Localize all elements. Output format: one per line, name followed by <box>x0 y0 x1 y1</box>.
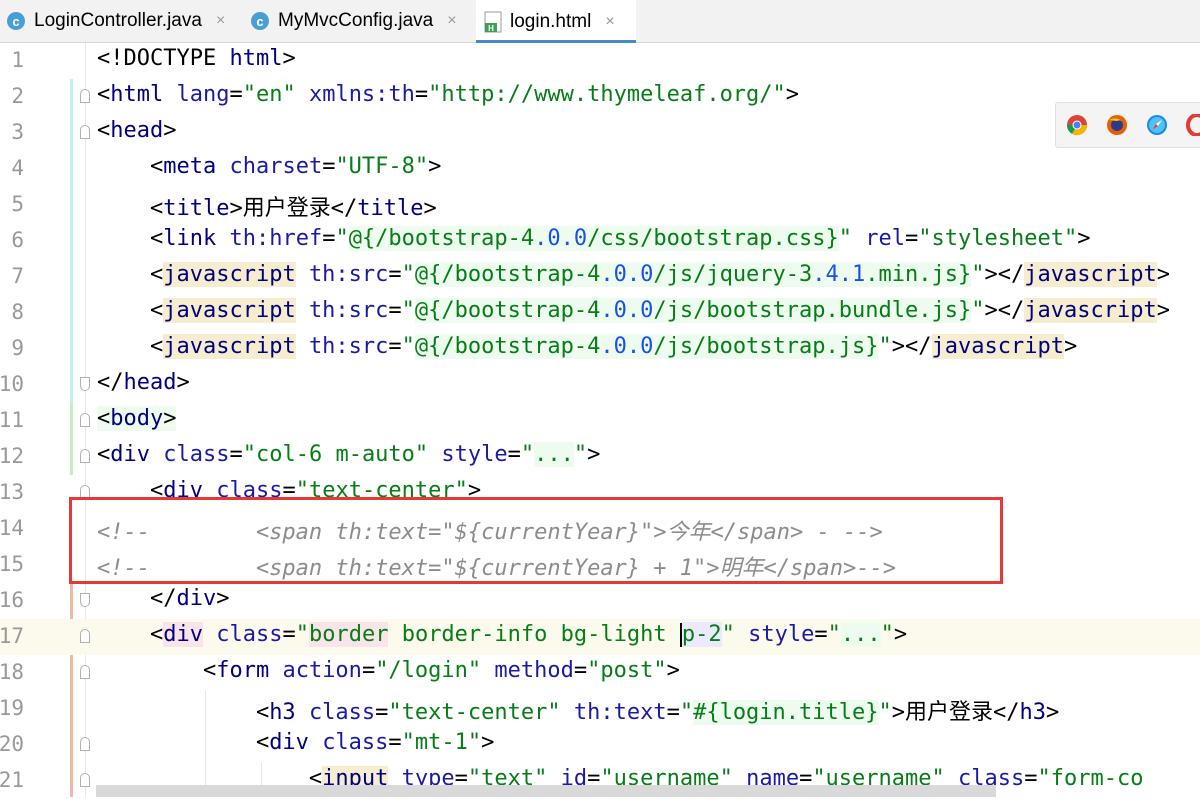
code-line: 5 <title>用户登录</title> <box>0 187 1200 223</box>
code-text: <javascript th:src="@{/bootstrap-4.0.0/j… <box>97 298 1170 323</box>
code-text: <form action="/login" method="post"> <box>97 658 680 683</box>
fold-icon[interactable] <box>80 449 90 463</box>
line-number: 2 <box>11 84 24 108</box>
fold-icon[interactable] <box>80 593 90 607</box>
code-text: <div class="mt-1"> <box>97 730 495 755</box>
line-number: 13 <box>0 480 24 504</box>
fold-icon[interactable] <box>80 629 90 643</box>
fold-icon[interactable] <box>80 125 90 139</box>
safari-icon[interactable] <box>1146 114 1168 136</box>
code-text: <div class="col-6 m-auto" style="..."> <box>97 442 601 467</box>
code-text: <head> <box>97 118 177 143</box>
fold-icon[interactable] <box>80 89 90 103</box>
fold-icon[interactable] <box>80 377 90 391</box>
line-number: 11 <box>0 408 24 432</box>
code-text: <!DOCTYPE html> <box>97 46 296 71</box>
code-line: 8 <javascript th:src="@{/bootstrap-4.0.0… <box>0 295 1200 331</box>
line-number: 8 <box>11 300 24 324</box>
code-line: 1 <!DOCTYPE html> <box>0 43 1200 79</box>
java-class-icon: c <box>250 11 270 31</box>
code-text: <link th:href="@{/bootstrap-4.0.0/css/bo… <box>97 226 1091 251</box>
line-number: 3 <box>11 120 24 144</box>
code-editor[interactable]: 1 <!DOCTYPE html> 2 <html lang="en" xmln… <box>0 43 1200 797</box>
code-line: 7 <javascript th:src="@{/bootstrap-4.0.0… <box>0 259 1200 295</box>
line-number: 15 <box>0 552 24 576</box>
html-file-icon: H <box>484 11 502 33</box>
code-line: 11 <body> <box>0 403 1200 439</box>
code-text: <body> <box>97 406 177 431</box>
code-line: 20 <div class="mt-1"> <box>0 727 1200 763</box>
svg-text:c: c <box>12 14 19 29</box>
line-number: 19 <box>0 696 24 720</box>
editor-tab-bar: c LoginController.java × c MyMvcConfig.j… <box>0 0 1200 43</box>
close-icon[interactable]: × <box>447 12 456 30</box>
fold-icon[interactable] <box>80 737 90 751</box>
line-number: 1 <box>11 48 24 72</box>
line-number: 18 <box>0 660 24 684</box>
code-text: </div> <box>97 586 230 611</box>
fold-icon[interactable] <box>80 665 90 679</box>
code-text: <html lang="en" xmlns:th="http://www.thy… <box>97 82 800 107</box>
line-number: 4 <box>11 156 24 180</box>
tab-label: login.html <box>510 10 592 32</box>
opera-icon[interactable] <box>1186 113 1200 137</box>
code-line-current: 17 <div class="border border-info bg-lig… <box>0 619 1200 655</box>
line-number: 6 <box>11 228 24 252</box>
chrome-icon[interactable] <box>1066 114 1088 136</box>
code-line: 18 <form action="/login" method="post"> <box>0 655 1200 691</box>
line-number: 21 <box>0 768 24 792</box>
line-number: 5 <box>11 192 24 216</box>
line-number: 17 <box>0 624 24 648</box>
code-line: 3 <head> <box>0 115 1200 151</box>
tab-login-controller[interactable]: c LoginController.java × <box>0 0 236 42</box>
code-line: 2 <html lang="en" xmlns:th="http://www.t… <box>0 79 1200 115</box>
code-line: 9 <javascript th:src="@{/bootstrap-4.0.0… <box>0 331 1200 367</box>
line-number: 7 <box>11 264 24 288</box>
line-number: 16 <box>0 588 24 612</box>
tab-label: LoginController.java <box>34 10 202 31</box>
code-text: <meta charset="UTF-8"> <box>97 154 442 179</box>
line-number: 14 <box>0 516 24 540</box>
code-text: </head> <box>97 370 190 395</box>
fold-icon[interactable] <box>80 773 90 787</box>
firefox-icon[interactable] <box>1106 114 1128 136</box>
line-number: 9 <box>11 336 24 360</box>
line-number: 20 <box>0 732 24 756</box>
browser-preview-bar <box>1055 102 1200 148</box>
line-number: 12 <box>0 444 24 468</box>
tab-login-html[interactable]: H login.html × <box>476 0 636 43</box>
tab-mymvcconfig[interactable]: c MyMvcConfig.java × <box>244 0 472 42</box>
code-text: <javascript th:src="@{/bootstrap-4.0.0/j… <box>97 262 1170 287</box>
java-class-icon: c <box>6 11 26 31</box>
code-line: 12 <div class="col-6 m-auto" style="..."… <box>0 439 1200 475</box>
code-line: 10 </head> <box>0 367 1200 403</box>
close-icon[interactable]: × <box>605 13 614 31</box>
horizontal-scrollbar[interactable] <box>96 785 996 797</box>
tab-label: MyMvcConfig.java <box>278 10 434 31</box>
code-line: 4 <meta charset="UTF-8"> <box>0 151 1200 187</box>
line-number: 10 <box>0 372 24 396</box>
close-icon[interactable]: × <box>216 12 225 30</box>
code-text: <javascript th:src="@{/bootstrap-4.0.0/j… <box>97 334 1078 359</box>
code-text: <div class="border border-info bg-light … <box>97 622 908 647</box>
svg-text:H: H <box>488 24 494 33</box>
code-text: <h3 class="text-center" th:text="#{login… <box>97 700 1060 725</box>
svg-text:c: c <box>256 14 263 29</box>
code-line: 16 </div> <box>0 583 1200 619</box>
code-line: 6 <link th:href="@{/bootstrap-4.0.0/css/… <box>0 223 1200 259</box>
code-text: <title>用户登录</title> <box>97 196 437 221</box>
fold-icon[interactable] <box>80 413 90 427</box>
code-line: 19 <h3 class="text-center" th:text="#{lo… <box>0 691 1200 727</box>
highlight-box <box>69 497 1003 584</box>
